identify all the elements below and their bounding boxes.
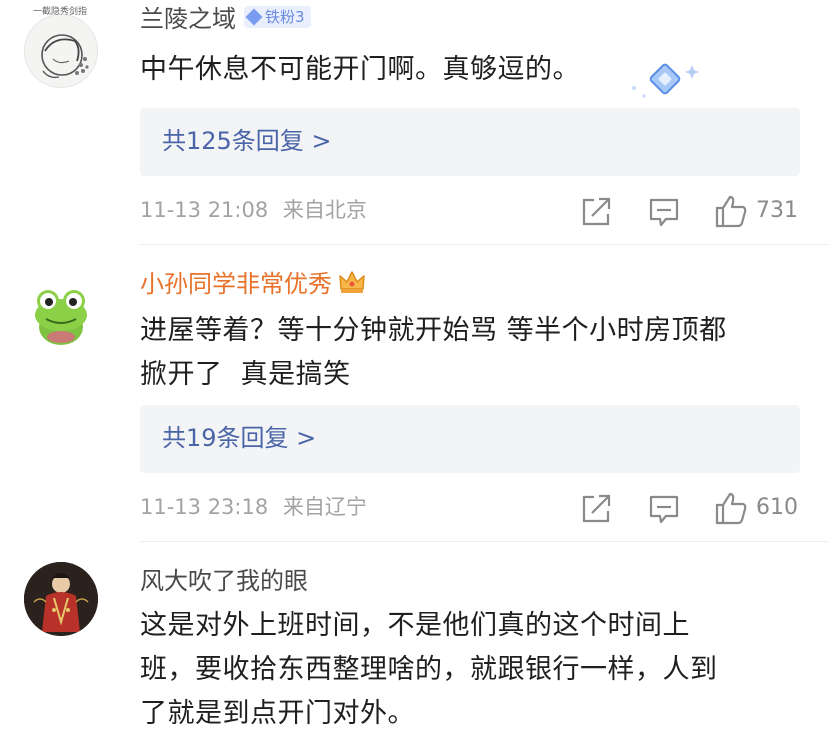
comment-text-line: 掀开了 真是搞笑 bbox=[140, 359, 351, 390]
replies-button[interactable]: 共19条回复 > bbox=[140, 405, 800, 473]
username-text[interactable]: 小孙同学非常优秀 bbox=[140, 270, 332, 298]
comment-3: 风大吹了我的眼 这是对外上班时间，不是他们真的这个时间上 班，要收拾东西整理啥的… bbox=[0, 542, 828, 743]
action-bar: 731 bbox=[580, 194, 800, 228]
sketch-avatar-image bbox=[41, 34, 89, 79]
avatar[interactable] bbox=[24, 277, 98, 351]
avatar[interactable] bbox=[24, 14, 98, 88]
comment-icon[interactable] bbox=[648, 194, 680, 228]
timestamp: 11-13 21:08 bbox=[140, 198, 269, 222]
fan-badge: 铁粉3 bbox=[244, 6, 311, 28]
comment-text-line: 这是对外上班时间，不是他们真的这个时间上 bbox=[140, 610, 690, 641]
like-count: 610 bbox=[756, 495, 798, 520]
replies-label[interactable]: 共19条回复 > bbox=[162, 423, 316, 453]
costume-avatar-image bbox=[24, 562, 98, 636]
replies-button[interactable]: 共125条回复 > bbox=[140, 108, 800, 176]
avatar-caption: 一截隐秀剑指 bbox=[32, 7, 87, 17]
comment-text-line: 班，要收拾东西整理啥的，就跟银行一样，人到 bbox=[140, 654, 718, 685]
username-text[interactable]: 风大吹了我的眼 bbox=[140, 567, 308, 595]
replies-label[interactable]: 共125条回复 > bbox=[162, 126, 332, 156]
like-icon[interactable] bbox=[714, 491, 748, 525]
location: 来自辽宁 bbox=[282, 495, 367, 519]
crown-icon bbox=[339, 271, 365, 293]
diamond-icon bbox=[245, 8, 263, 26]
comment-icon[interactable] bbox=[648, 491, 680, 525]
comment-meta: 11-13 23:18 来自辽宁 bbox=[140, 493, 367, 521]
username[interactable]: 兰陵之域 铁粉3 bbox=[140, 4, 311, 34]
share-icon[interactable] bbox=[580, 194, 612, 228]
comment-meta: 11-13 21:08 来自北京 bbox=[140, 196, 367, 224]
comment-2: 小孙同学非常优秀 进屋等着？等十分钟就开始骂 等半个小时房顶都 掀开了 真是搞笑… bbox=[0, 245, 828, 540]
comment-text: 这是对外上班时间，不是他们真的这个时间上 班，要收拾东西整理啥的，就跟银行一样，… bbox=[140, 604, 800, 736]
like-count: 731 bbox=[756, 198, 798, 223]
like-icon[interactable] bbox=[714, 194, 748, 228]
share-icon[interactable] bbox=[580, 491, 612, 525]
comment-text-line: 中午休息不可能开门啊。真够逗的。 bbox=[140, 54, 580, 85]
frog-avatar-image bbox=[35, 290, 87, 345]
timestamp: 11-13 23:18 bbox=[140, 495, 269, 519]
username-text[interactable]: 兰陵之域 bbox=[140, 5, 236, 33]
username[interactable]: 风大吹了我的眼 bbox=[140, 566, 308, 596]
location: 来自北京 bbox=[282, 198, 367, 222]
comment-text-line: 进屋等着？等十分钟就开始骂 等半个小时房顶都 bbox=[140, 315, 727, 346]
comment-text: 进屋等着？等十分钟就开始骂 等半个小时房顶都 掀开了 真是搞笑 bbox=[140, 309, 800, 397]
action-bar: 610 bbox=[580, 491, 800, 525]
fan-badge-label: 铁粉3 bbox=[265, 8, 305, 26]
diamond-sticker-icon bbox=[632, 63, 699, 98]
comment-1: 一截隐秀剑指 兰陵之域 铁粉3 中午休息不可能开门啊。真够逗的。 共125条回复 … bbox=[0, 0, 828, 245]
username[interactable]: 小孙同学非常优秀 bbox=[140, 269, 366, 299]
comment-text-line: 了就是到点开门对外。 bbox=[140, 698, 415, 729]
avatar[interactable] bbox=[24, 562, 98, 636]
comment-text: 中午休息不可能开门啊。真够逗的。 bbox=[140, 48, 800, 92]
